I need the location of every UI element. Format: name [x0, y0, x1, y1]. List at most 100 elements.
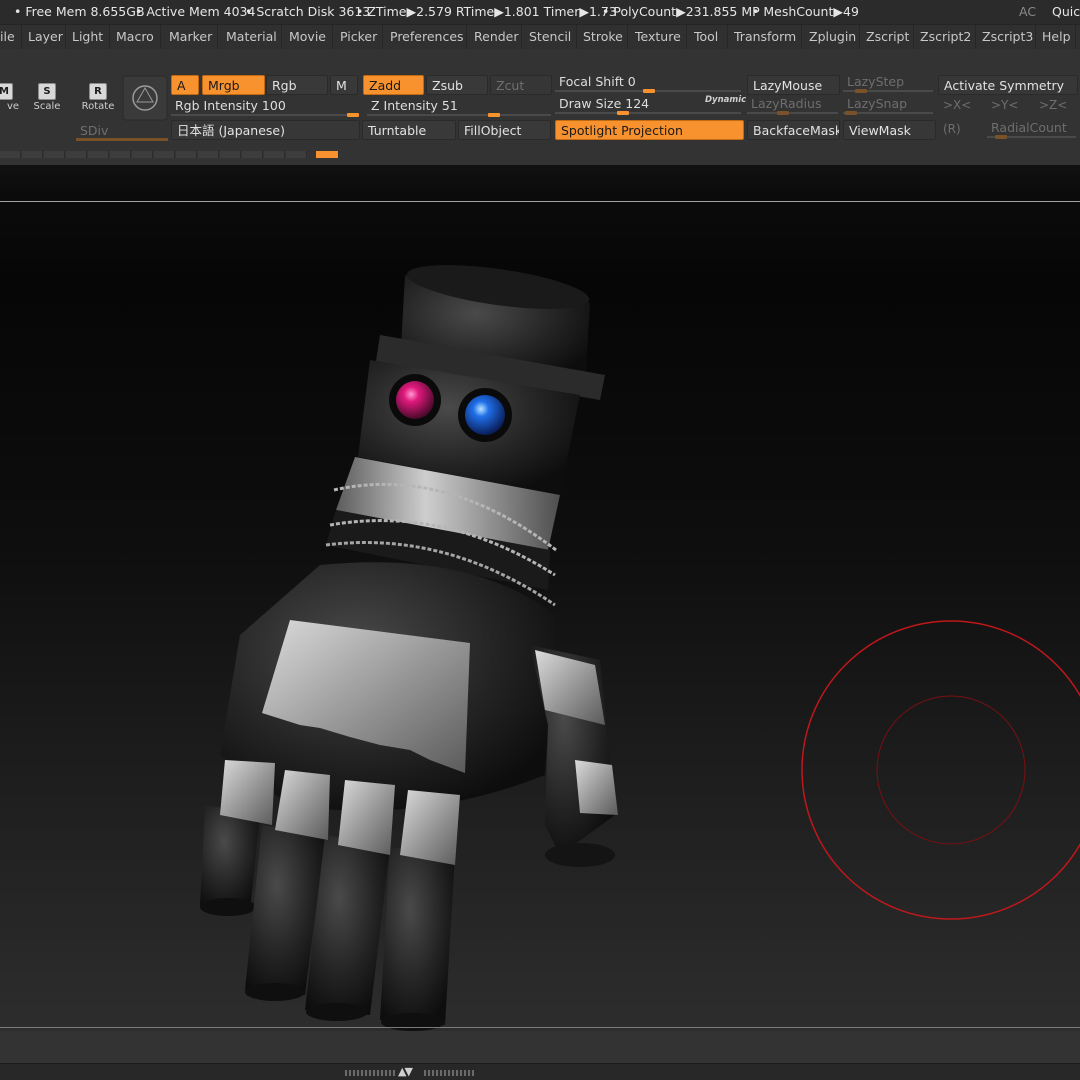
menu-render[interactable]: Render — [468, 25, 522, 49]
move-button[interactable]: M ve — [0, 83, 26, 117]
tray-grip-left[interactable] — [345, 1070, 395, 1076]
rotate-button[interactable]: R Rotate — [76, 83, 120, 117]
scratch-disk-stat: • Scratch Disk 3613 — [245, 4, 371, 19]
rgb-intensity-track — [171, 114, 359, 116]
sdiv-track — [76, 138, 168, 141]
lazymouse-toggle[interactable]: LazyMouse — [747, 75, 840, 95]
lazyradius-knob[interactable] — [777, 111, 789, 115]
lazystep-knob[interactable] — [855, 89, 867, 93]
rgb-toggle[interactable]: Rgb — [266, 75, 328, 95]
move-label: ve — [6, 101, 20, 112]
menu-tool[interactable]: Tool — [688, 25, 728, 49]
menu-preferences[interactable]: Preferences — [384, 25, 467, 49]
scale-button[interactable]: S Scale — [25, 83, 69, 117]
z-intensity-track — [367, 114, 551, 116]
tick — [110, 151, 131, 158]
a-toggle[interactable]: A — [171, 75, 199, 95]
resize-arrows-icon[interactable]: ▲▼ — [398, 1065, 413, 1078]
progress-tick-strip — [0, 151, 340, 159]
z-intensity-slider[interactable]: Z Intensity 51 — [367, 97, 553, 117]
radialcount-slider[interactable]: RadialCount — [987, 119, 1078, 139]
zsub-toggle[interactable]: Zsub — [426, 75, 488, 95]
brush-cursor-icon — [801, 620, 1080, 920]
menu-stencil[interactable]: Stencil — [523, 25, 577, 49]
document-canvas[interactable] — [0, 165, 1080, 1031]
tick — [242, 151, 263, 158]
menu-picker[interactable]: Picker — [334, 25, 383, 49]
menu-zplugin[interactable]: Zplugin — [803, 25, 860, 49]
rgb-intensity-knob[interactable] — [347, 113, 359, 117]
symmetry-x-toggle[interactable]: >X< — [943, 98, 971, 112]
menu-transform[interactable]: Transform — [728, 25, 802, 49]
symmetry-z-toggle[interactable]: >Z< — [1039, 98, 1067, 112]
scale-icon: S — [38, 83, 56, 100]
turntable-button[interactable]: Turntable — [362, 120, 456, 140]
tick — [264, 151, 285, 158]
focal-shift-knob[interactable] — [643, 89, 655, 93]
tick — [154, 151, 175, 158]
tray-grip-right[interactable] — [424, 1070, 474, 1076]
tick — [0, 151, 21, 158]
lazysnap-label: LazySnap — [847, 96, 908, 111]
bottom-tray-handle[interactable]: ▲▼ — [0, 1063, 1080, 1080]
quicksave-button[interactable]: Quick — [1052, 4, 1080, 19]
draw-size-knob[interactable] — [617, 111, 629, 115]
radial-r-toggle[interactable]: (R) — [943, 122, 961, 136]
canvas-bottom-border — [0, 1027, 1080, 1028]
symmetry-y-toggle[interactable]: >Y< — [991, 98, 1018, 112]
menu-layer[interactable]: Layer — [22, 25, 66, 49]
lazystep-slider[interactable]: LazyStep — [843, 73, 935, 93]
menu-macro[interactable]: Macro — [110, 25, 161, 49]
menu-bar: ile Layer Light Macro Marker Material Mo… — [0, 24, 1080, 50]
menu-zscript3[interactable]: Zscript3 — [976, 25, 1036, 49]
bottom-shelf — [0, 1031, 1080, 1063]
rotate-icon: R — [89, 83, 107, 100]
zcut-toggle[interactable]: Zcut — [490, 75, 552, 95]
menu-material[interactable]: Material — [220, 25, 282, 49]
ac-toggle[interactable]: AC — [1019, 4, 1036, 19]
sdiv-slider[interactable]: SDiv — [76, 122, 170, 142]
m-toggle[interactable]: M — [330, 75, 358, 95]
menu-texture[interactable]: Texture — [629, 25, 687, 49]
lazystep-label: LazyStep — [847, 74, 905, 89]
spotlight-projection-toggle[interactable]: Spotlight Projection — [555, 120, 744, 140]
sphere-icon[interactable] — [122, 75, 168, 121]
zadd-toggle[interactable]: Zadd — [363, 75, 424, 95]
meshcount-stat: • MeshCount▶49 — [752, 4, 859, 19]
rgb-intensity-slider[interactable]: Rgb Intensity 100 — [171, 97, 361, 117]
language-button[interactable]: 日本語 (Japanese) — [171, 120, 360, 140]
menu-stroke[interactable]: Stroke — [577, 25, 628, 49]
tick — [220, 151, 241, 158]
viewmask-button[interactable]: ViewMask — [843, 120, 936, 140]
focal-shift-label: Focal Shift 0 — [559, 74, 636, 89]
zbrush-window: • Free Mem 8.655GB • Active Mem 4034 • S… — [0, 0, 1080, 1080]
lazyradius-slider[interactable]: LazyRadius — [747, 95, 840, 115]
menu-marker[interactable]: Marker — [163, 25, 218, 49]
menu-zscript2[interactable]: Zscript2 — [914, 25, 976, 49]
menu-zscript[interactable]: Zscript — [860, 25, 914, 49]
mrgb-toggle[interactable]: Mrgb — [202, 75, 265, 95]
glove-model[interactable] — [200, 256, 618, 1031]
move-icon: M — [0, 83, 13, 100]
tick — [44, 151, 65, 158]
radialcount-label: RadialCount — [991, 120, 1067, 135]
z-intensity-knob[interactable] — [488, 113, 500, 117]
focal-shift-slider[interactable]: Focal Shift 0 — [555, 73, 743, 93]
lazysnap-slider[interactable]: LazySnap — [843, 95, 935, 115]
menu-movie[interactable]: Movie — [283, 25, 333, 49]
lazysnap-knob[interactable] — [845, 111, 857, 115]
menu-light[interactable]: Light — [66, 25, 110, 49]
status-bar: • Free Mem 8.655GB • Active Mem 4034 • S… — [0, 0, 1080, 24]
rotate-label: Rotate — [81, 101, 115, 112]
draw-size-track — [555, 112, 741, 114]
top-shelf: M ve S Scale R Rotate SDiv A Mrgb Rgb M … — [0, 49, 1080, 165]
dynamic-toggle[interactable]: Dynamic — [705, 95, 746, 105]
draw-size-label: Draw Size 124 — [559, 96, 650, 111]
activate-symmetry-toggle[interactable]: Activate Symmetry — [938, 75, 1078, 95]
backfacemask-toggle[interactable]: BackfaceMask — [747, 120, 840, 140]
menu-file[interactable]: ile — [0, 25, 22, 49]
fillobject-button[interactable]: FillObject — [458, 120, 551, 140]
tick — [286, 151, 307, 158]
radialcount-knob[interactable] — [995, 135, 1007, 139]
menu-help[interactable]: Help — [1036, 25, 1076, 49]
